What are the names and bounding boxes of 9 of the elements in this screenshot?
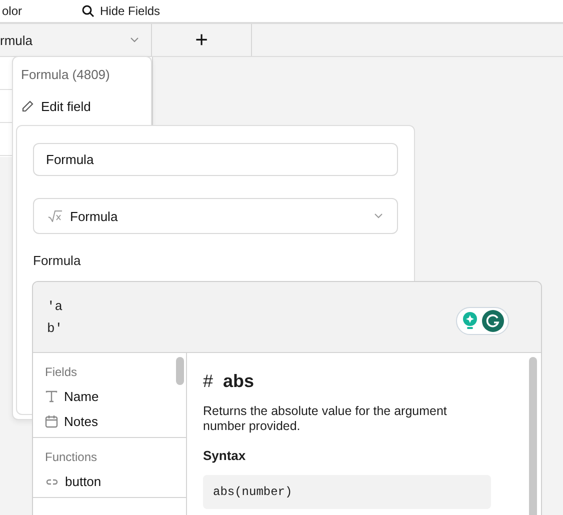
- hash-symbol: #: [203, 371, 214, 392]
- function-description: Returns the absolute value for the argument number provided.: [203, 404, 448, 434]
- section-title: Fields: [45, 365, 78, 379]
- menu-title: Formula (4809): [21, 67, 111, 82]
- section-title: Functions: [45, 450, 98, 464]
- syntax-code: abs(number): [203, 475, 491, 509]
- function-name: abs: [223, 371, 254, 392]
- formula-label: Formula: [33, 253, 82, 268]
- syntax-heading: Syntax: [203, 448, 247, 463]
